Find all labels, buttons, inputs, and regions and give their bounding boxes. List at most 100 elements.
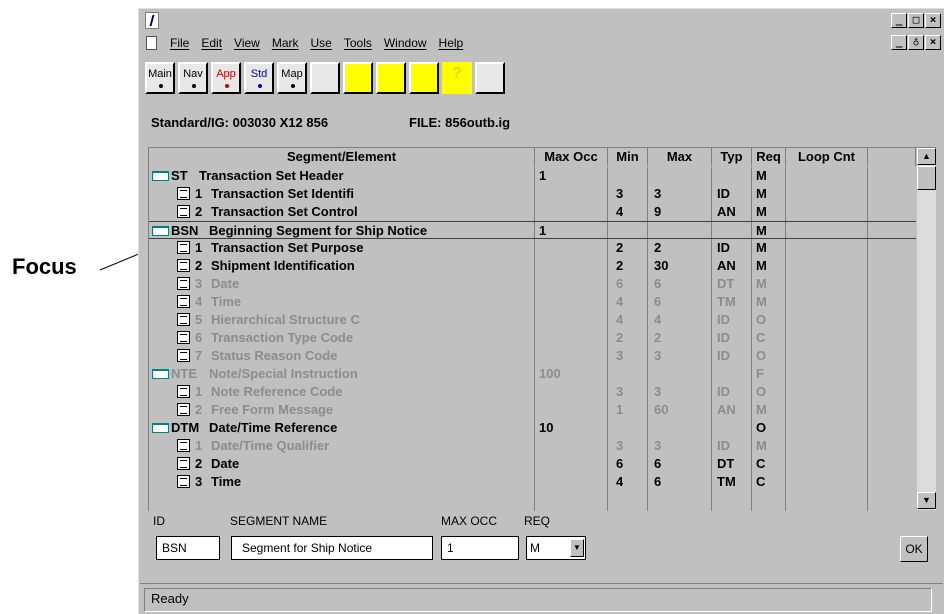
- vertical-scrollbar[interactable]: ▲ ▼: [917, 148, 936, 510]
- menu-help[interactable]: Help: [439, 36, 464, 50]
- maximize-button[interactable]: □: [908, 13, 924, 28]
- menu-tools[interactable]: Tools: [344, 36, 372, 50]
- segment-row[interactable]: ST Transaction Set Header 1 M: [149, 167, 916, 185]
- element-icon: [177, 403, 190, 416]
- row-max: 3: [654, 186, 662, 201]
- menu-mark[interactable]: Mark: [272, 36, 299, 50]
- minimize-button[interactable]: _: [891, 13, 907, 28]
- menu-file[interactable]: File: [170, 36, 189, 50]
- row-id: 1: [195, 384, 203, 399]
- row-max: 3: [654, 438, 662, 453]
- row-id: 5: [195, 312, 203, 327]
- element-icon: [177, 241, 190, 254]
- element-row[interactable]: 5 Hierarchical Structure C 4 4 ID O: [149, 311, 916, 329]
- element-row[interactable]: 1 Transaction Set Purpose 2 2 ID M: [149, 239, 916, 257]
- element-row[interactable]: 6 Transaction Type Code 2 2 ID C: [149, 329, 916, 347]
- std-icon[interactable]: Std: [244, 62, 274, 94]
- segment-row[interactable]: DTM Date/Time Reference 10 O: [149, 419, 916, 437]
- column-header[interactable]: Max: [648, 148, 712, 166]
- segment-name-label: SEGMENT NAME: [230, 514, 328, 528]
- column-header[interactable]: Max Occ: [535, 148, 608, 166]
- row-maxocc: 1: [539, 168, 547, 183]
- row-req: C: [756, 456, 766, 471]
- computer-icon[interactable]: [343, 62, 373, 94]
- row-req: M: [756, 438, 767, 453]
- id-field[interactable]: BSN: [156, 536, 220, 560]
- standard-info-bar: Standard/IG: 003030 X12 856 FILE: 856out…: [140, 102, 943, 142]
- column-header[interactable]: Typ: [712, 148, 752, 166]
- element-row[interactable]: 3 Time 4 6 TM C: [149, 473, 916, 491]
- row-max: 2: [654, 330, 662, 345]
- nav-icon[interactable]: Nav: [178, 62, 208, 94]
- element-row[interactable]: 7 Status Reason Code 3 3 ID O: [149, 347, 916, 365]
- scroll-down-arrow-icon[interactable]: ▼: [917, 492, 936, 509]
- segment-name-field[interactable]: Segment for Ship Notice: [231, 536, 433, 560]
- menu-use[interactable]: Use: [311, 36, 332, 50]
- menu-view[interactable]: View: [234, 36, 260, 50]
- doc-restore-button[interactable]: ♁: [908, 35, 924, 50]
- row-req: M: [756, 276, 767, 291]
- main-icon[interactable]: Main: [145, 62, 175, 94]
- ok-button[interactable]: OK: [900, 536, 928, 562]
- help-label: ?: [452, 65, 462, 82]
- req-dropdown[interactable]: M ▼: [526, 536, 586, 560]
- segment-edit-panel: ID SEGMENT NAME MAX OCC REQ BSN Segment …: [148, 511, 936, 575]
- column-header[interactable]: Loop Cnt: [786, 148, 868, 166]
- row-maxocc: 100: [539, 366, 561, 381]
- element-row[interactable]: 2 Date 6 6 DT C: [149, 455, 916, 473]
- column-header[interactable]: Min: [608, 148, 648, 166]
- menu-edit[interactable]: Edit: [201, 36, 222, 50]
- row-id: 2: [195, 258, 203, 273]
- tape-icon[interactable]: [409, 62, 439, 94]
- row-max: 9: [654, 204, 662, 219]
- report-icon[interactable]: [475, 62, 505, 94]
- toolbar: Main Nav App Std Map?: [140, 54, 943, 102]
- row-name: Time: [211, 294, 242, 309]
- element-icon: [177, 259, 190, 272]
- element-icon: [177, 205, 190, 218]
- menu-window[interactable]: Window: [384, 36, 427, 50]
- column-header[interactable]: Segment/Element: [149, 148, 535, 166]
- element-row[interactable]: 1 Date/Time Qualifier 3 3 ID M: [149, 437, 916, 455]
- row-name: Free Form Message: [211, 402, 334, 417]
- element-row[interactable]: 2 Shipment Identification 2 30 AN M: [149, 257, 916, 275]
- element-row[interactable]: 3 Date 6 6 DT M: [149, 275, 916, 293]
- app-icon[interactable]: App: [211, 62, 241, 94]
- element-row[interactable]: 1 Transaction Set Identifi 3 3 ID M: [149, 185, 916, 203]
- row-name: Shipment Identification: [211, 258, 355, 273]
- element-row[interactable]: 2 Free Form Message 1 60 AN M: [149, 401, 916, 419]
- file-label: FILE: 856outb.ig: [409, 115, 511, 130]
- row-typ: ID: [717, 438, 730, 453]
- row-name: Note Reference Code: [211, 384, 343, 399]
- monitor-icon[interactable]: [376, 62, 406, 94]
- toolbar-dot-icon: [258, 84, 262, 88]
- row-id: 1: [195, 186, 203, 201]
- element-row[interactable]: 1 Note Reference Code 3 3 ID O: [149, 383, 916, 401]
- max-occ-field[interactable]: 1: [441, 536, 519, 560]
- close-button[interactable]: ×: [925, 13, 941, 28]
- element-row[interactable]: 4 Time 4 6 TM M: [149, 293, 916, 311]
- scroll-up-arrow-icon[interactable]: ▲: [917, 148, 936, 165]
- help-icon[interactable]: ?: [442, 62, 472, 94]
- row-typ: DT: [717, 276, 735, 291]
- element-row[interactable]: 2 Transaction Set Control 4 9 AN M: [149, 203, 916, 221]
- compare-icon[interactable]: [310, 62, 340, 94]
- row-typ: ID: [717, 312, 730, 327]
- row-min: 2: [616, 240, 624, 255]
- map-icon[interactable]: Map: [277, 62, 307, 94]
- row-name: Transaction Type Code: [211, 330, 354, 345]
- row-req: M: [756, 240, 767, 255]
- row-min: 4: [616, 474, 624, 489]
- doc-close-button[interactable]: ×: [925, 35, 941, 50]
- doc-minimize-button[interactable]: _: [891, 35, 907, 50]
- row-name: Date: [211, 456, 240, 471]
- column-header[interactable]: Req: [752, 148, 786, 166]
- segment-row[interactable]: BSN Beginning Segment for Ship Notice 1 M: [149, 221, 916, 239]
- row-min: 3: [616, 348, 624, 363]
- req-dropdown-value: M: [530, 541, 540, 555]
- segment-row[interactable]: NTE Note/Special Instruction 100 F: [149, 365, 916, 383]
- document-icon[interactable]: [146, 36, 157, 50]
- chevron-down-icon[interactable]: ▼: [570, 539, 584, 557]
- scroll-thumb[interactable]: [917, 166, 936, 190]
- application-icon[interactable]: [145, 12, 159, 29]
